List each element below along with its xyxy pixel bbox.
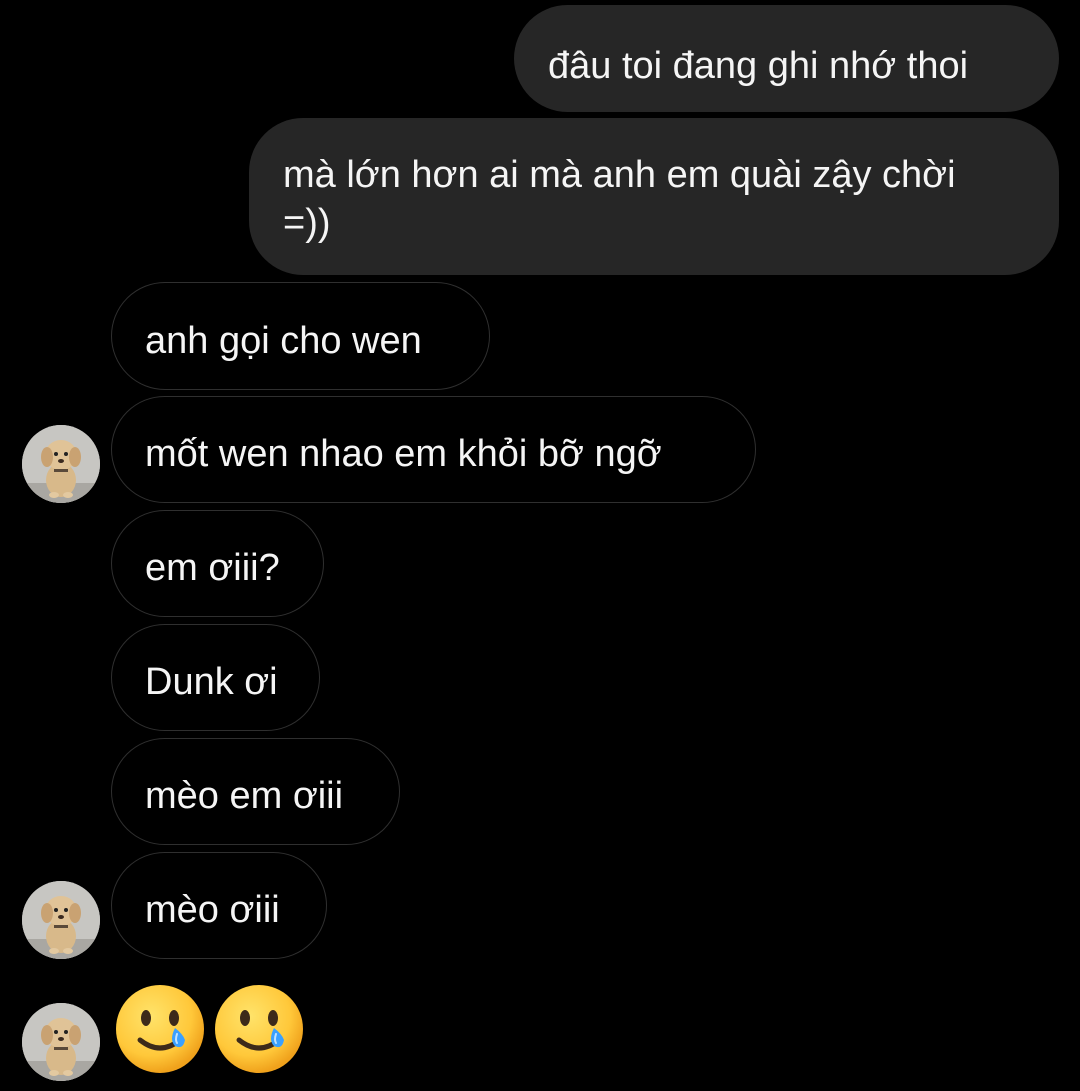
message-text: mèo em ơiii [145, 775, 344, 817]
message-bubble-incoming[interactable]: mèo em ơiii [111, 738, 400, 845]
message-bubble-outgoing[interactable]: đâu toi đang ghi nhớ thoi [514, 5, 1059, 112]
message-text: anh gọi cho wen [145, 320, 422, 362]
smiling-face-with-tear-emoji[interactable] [212, 982, 306, 1076]
message-bubble-incoming[interactable]: mốt wen nhao em khỏi bỡ ngỡ [111, 396, 756, 503]
puppy-avatar-icon[interactable] [22, 1003, 100, 1081]
message-text: mà lớn hơn ai mà anh em quài zậy chời =)… [283, 154, 956, 244]
message-bubble-incoming[interactable]: em ơiii? [111, 510, 324, 617]
message-text: đâu toi đang ghi nhớ thoi [548, 45, 969, 87]
puppy-avatar-icon[interactable] [22, 881, 100, 959]
message-bubble-incoming[interactable]: Dunk ơi [111, 624, 320, 731]
message-text: mốt wen nhao em khỏi bỡ ngỡ [145, 433, 662, 475]
message-bubble-incoming[interactable]: mèo ơiii [111, 852, 327, 959]
message-text: mèo ơiii [145, 889, 280, 931]
message-bubble-incoming[interactable]: anh gọi cho wen [111, 282, 490, 390]
message-text: Dunk ơi [145, 661, 278, 703]
puppy-avatar-icon[interactable] [22, 425, 100, 503]
smiling-face-with-tear-emoji[interactable] [113, 982, 207, 1076]
message-bubble-outgoing[interactable]: mà lớn hơn ai mà anh em quài zậy chời =)… [249, 118, 1059, 275]
message-text: em ơiii? [145, 547, 280, 589]
